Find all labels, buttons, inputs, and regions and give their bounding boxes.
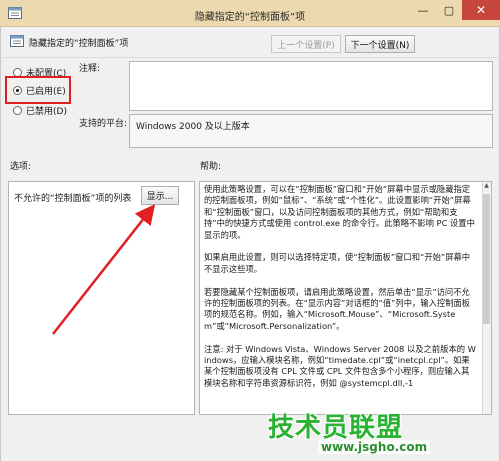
next-setting-button[interactable]: 下一个设置(N)	[345, 35, 415, 53]
options-label: 选项:	[10, 162, 32, 172]
disallowed-items-label: 不允许的“控制面板”项的列表	[14, 194, 132, 204]
watermark-logo: 技术员联盟	[268, 413, 404, 443]
supported-on-label: 支持的平台:	[79, 119, 128, 129]
scrollbar-thumb[interactable]	[483, 194, 490, 324]
header-divider	[0, 57, 500, 58]
supported-on-value: Windows 2000 及以上版本	[129, 114, 493, 148]
maximize-button[interactable]: ▢	[436, 0, 462, 20]
help-paragraph: 注意: 对于 Windows Vista、Windows Server 2008…	[204, 343, 476, 388]
setting-name: 隐藏指定的“控制面板”项	[29, 39, 129, 49]
scroll-up-arrow-icon[interactable]: ▲	[482, 182, 491, 192]
setting-icon	[10, 35, 24, 47]
close-button[interactable]: ✕	[462, 0, 500, 20]
show-button[interactable]: 显示...	[141, 186, 179, 205]
help-paragraph: 若要隐藏某个控制面板项，请启用此策略设置，然后单击“显示”访问不允许的控制面板项…	[204, 286, 471, 331]
radio-circle[interactable]	[13, 105, 22, 115]
comment-field[interactable]	[129, 61, 493, 111]
help-paragraph: 如果启用此设置，则可以选择特定项，使“控制面板”窗口和“开始”屏幕中不显示这些项…	[204, 252, 471, 274]
highlight-box	[5, 76, 71, 104]
watermark-url: www.jsgho.com	[318, 440, 431, 454]
comment-label: 注释:	[79, 64, 101, 74]
help-text: 使用此策略设置，可以在“控制面板”窗口和“开始”屏幕中显示或隐藏指定的控制面板项…	[204, 184, 476, 412]
minimize-button[interactable]: —	[410, 0, 436, 20]
previous-setting-button[interactable]: 上一个设置(P)	[271, 35, 341, 53]
radio-disabled[interactable]: 已禁用(D)	[13, 103, 67, 117]
radio-disabled-label: 已禁用(D)	[26, 106, 67, 117]
help-label: 帮助:	[200, 162, 222, 172]
help-paragraph: 使用此策略设置，可以在“控制面板”窗口和“开始”屏幕中显示或隐藏指定的控制面板项…	[204, 184, 475, 240]
options-panel	[8, 181, 195, 415]
